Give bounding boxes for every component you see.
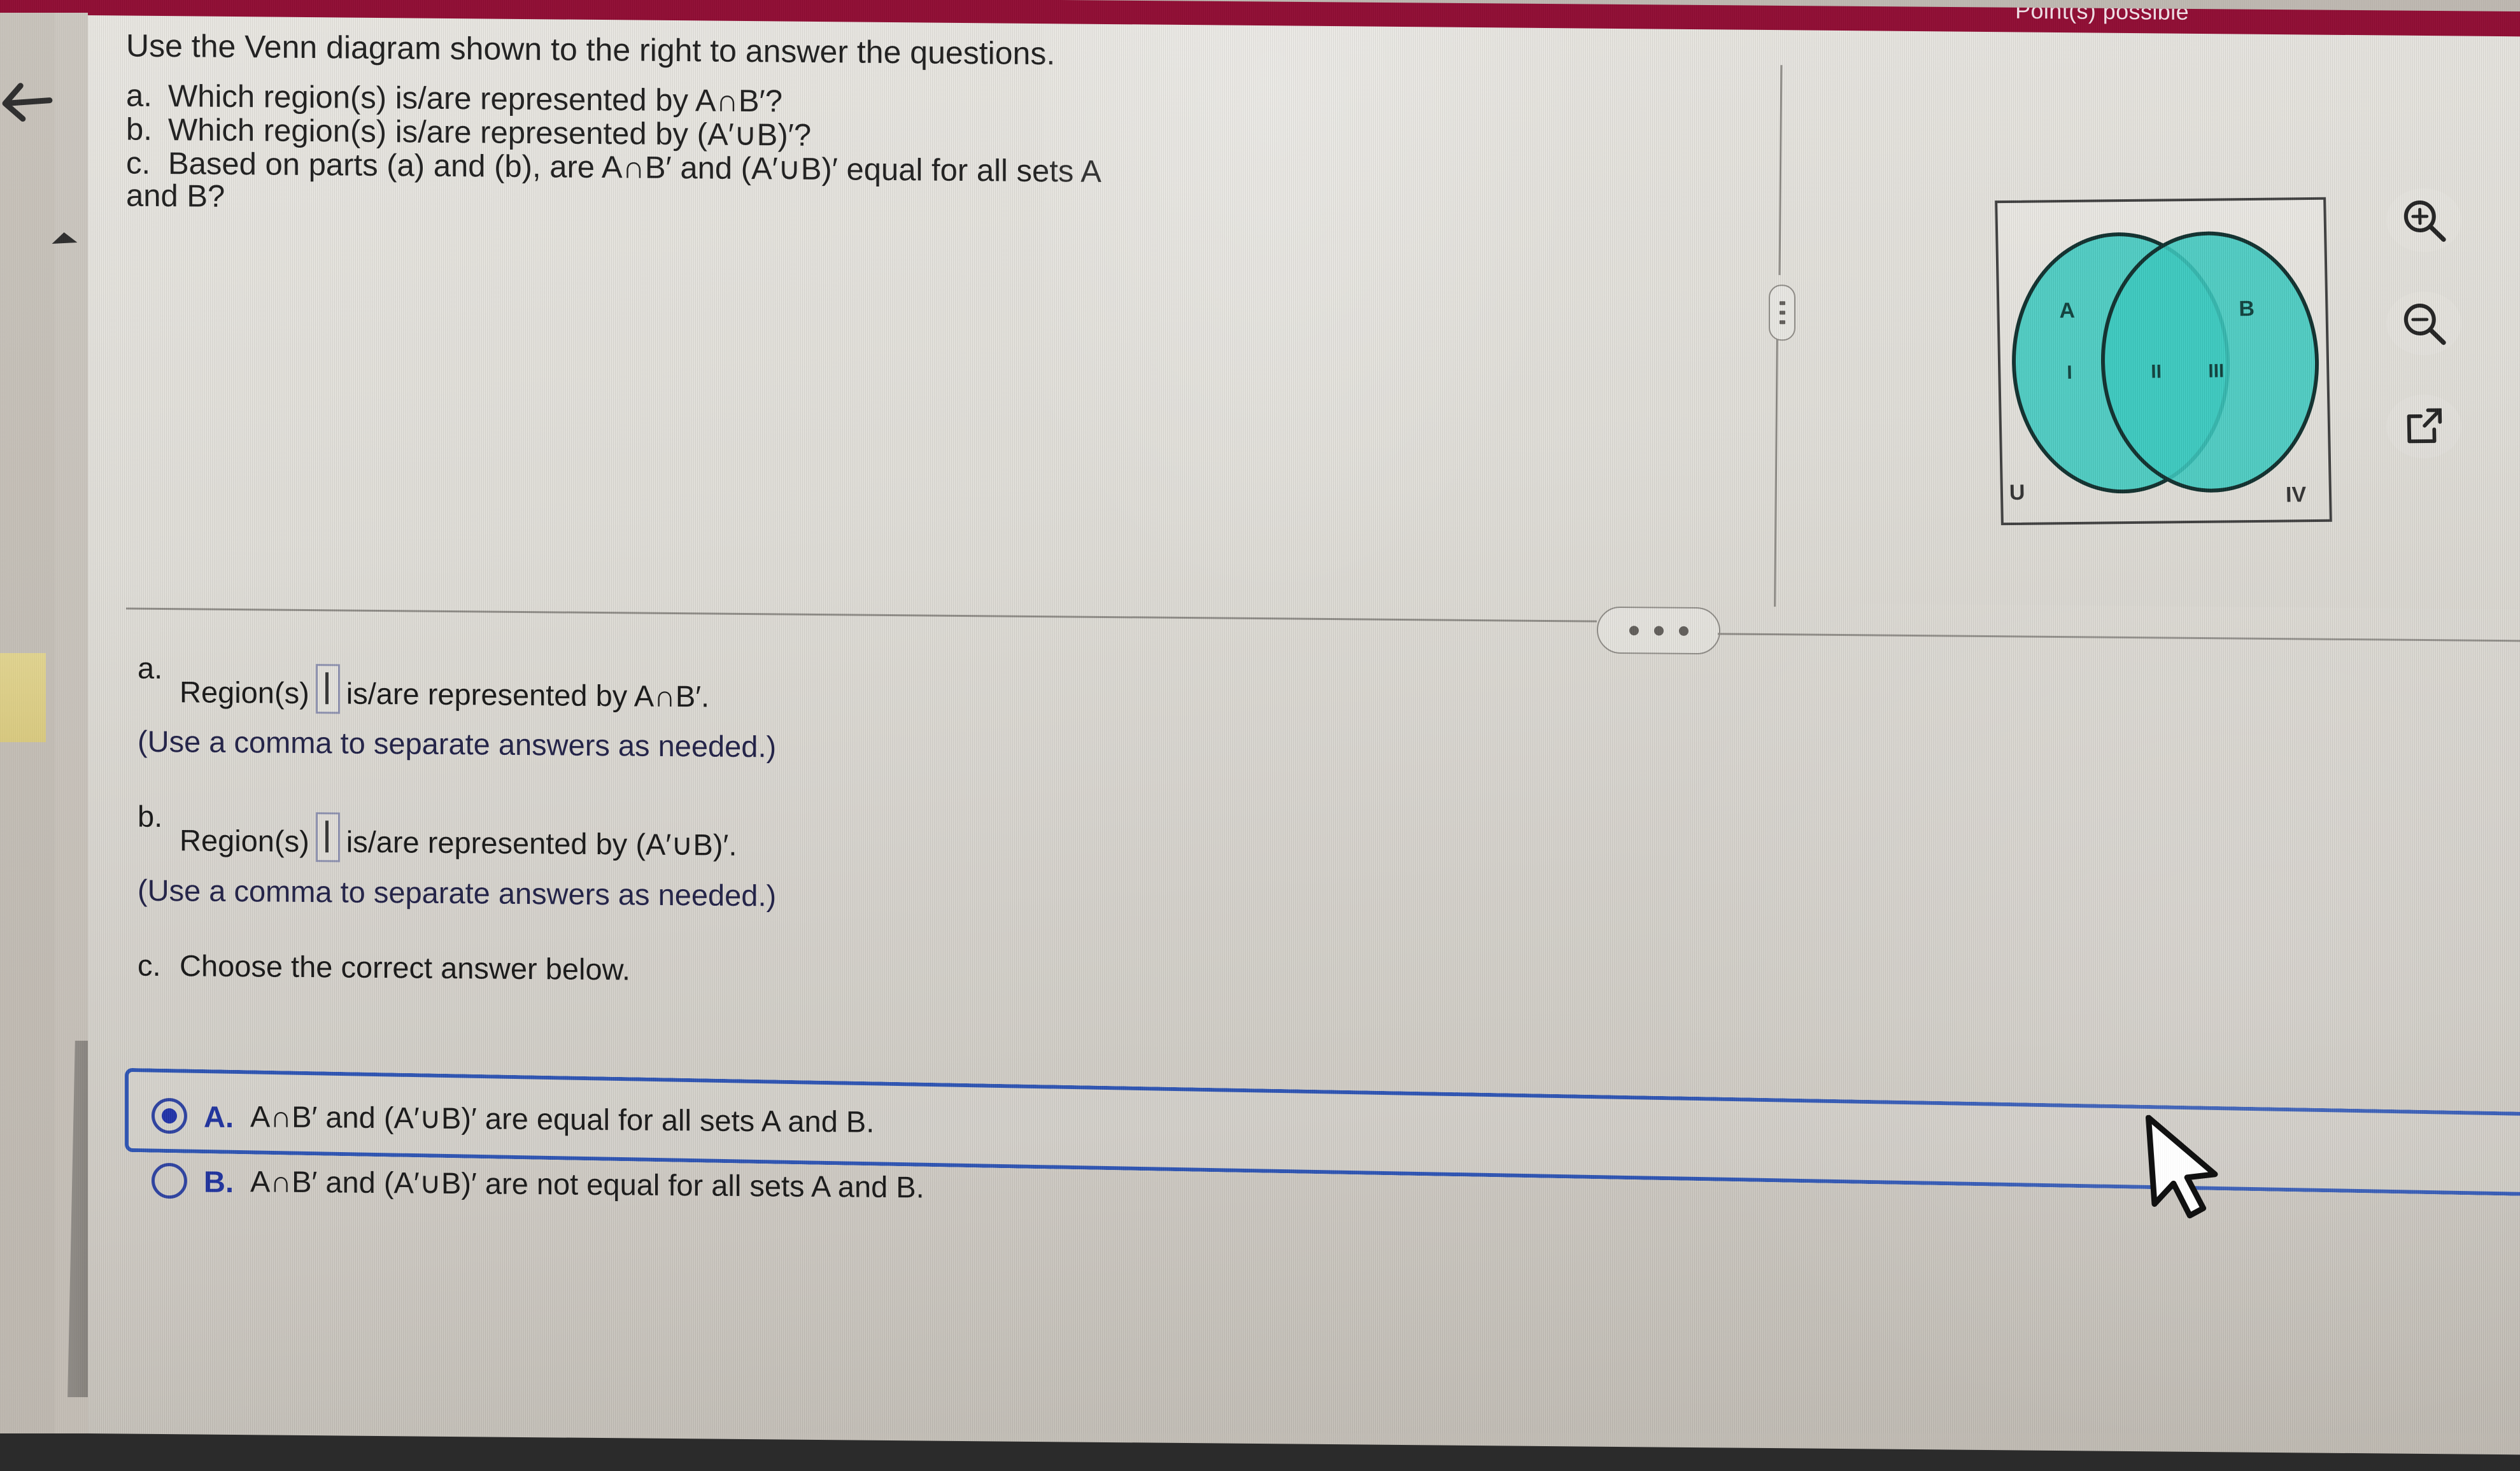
answer-c-prompt: Choose the correct answer below. [180,948,630,987]
choice-a-text: A∩B′ and (A′∪B)′ are equal for all sets … [250,1099,875,1139]
handle-dot [1779,301,1785,306]
venn-label-universe: U [2009,480,2025,505]
choice-a-key: A. [204,1099,234,1134]
horizontal-splitter-line-left [126,607,1597,623]
venn-label-b: B [2239,296,2255,321]
points-possible-text: Point(s) possible [2015,0,2189,25]
horizontal-splitter-line-right [1718,633,2520,642]
vertical-splitter-line-bottom [1774,339,1778,607]
vertical-splitter-line-top [1778,65,1783,276]
answer-a-line: Region(s) is/are represented by A∩B′. [180,652,710,714]
handle-dot [1653,625,1664,636]
exercise-page: Use the Venn diagram shown to the right … [88,15,2520,1471]
handle-dot [1779,320,1785,325]
bookmark-tab[interactable] [0,653,46,742]
part-b-label: b. [126,112,152,147]
monitor-photo-scene: Point(s) possible Use the Venn diagram s… [0,0,2520,1471]
choice-option-b[interactable]: B. A∩B′ and (A′∪B)′ are not equal for al… [152,1162,924,1206]
choice-b-text: A∩B′ and (A′∪B)′ are not equal for all s… [250,1164,924,1204]
zoom-in-icon[interactable] [2386,188,2462,253]
answer-a-prefix: Region(s) [180,675,309,710]
diagram-toolbar [2386,188,2475,498]
answer-b-label: b. [138,799,163,834]
answer-b-prefix: Region(s) [180,823,309,859]
answer-area: a. Region(s) is/are represented by A∩B′. … [138,651,2481,1001]
answer-a-suffix: is/are represented by A∩B′. [346,676,710,714]
zoom-out-icon[interactable] [2386,291,2462,356]
radio-button-a[interactable] [152,1097,187,1134]
choice-b-key: B. [204,1164,234,1199]
part-a-label: a. [126,78,152,113]
radio-button-b[interactable] [152,1162,187,1199]
caret-up-icon[interactable] [49,229,79,246]
vertical-splitter-handle[interactable] [1769,285,1795,341]
answer-b-suffix: is/are represented by (A′∪B)′. [346,824,737,862]
venn-region-2: II [2151,361,2162,383]
answer-b-input[interactable] [315,812,340,862]
answer-a-input[interactable] [315,664,340,714]
banner-left-sliver [0,0,102,13]
venn-diagram[interactable]: A B I II III U IV [1995,197,2332,526]
handle-dot [1779,311,1785,315]
question-block: Use the Venn diagram shown to the right … [126,28,1629,225]
answer-c-label: c. [138,948,161,982]
choice-option-a[interactable]: A. A∩B′ and (A′∪B)′ are equal for all se… [152,1097,875,1140]
answer-a-label: a. [138,651,163,686]
venn-region-1: I [2067,362,2073,384]
venn-region-3: III [2207,360,2225,382]
handle-dot [1678,626,1688,636]
venn-region-4: IV [2285,482,2307,507]
answer-b-line: Region(s) is/are represented by (A′∪B)′. [180,801,737,862]
part-c-label: c. [126,146,151,181]
open-in-new-window-icon[interactable] [2386,394,2462,459]
answer-row-a: a. Region(s) is/are represented by A∩B′. [138,651,2481,728]
handle-dot [1629,625,1639,635]
venn-label-a: A [2059,298,2076,323]
horizontal-splitter-handle[interactable] [1597,606,1720,655]
back-arrow-icon[interactable] [0,69,60,134]
